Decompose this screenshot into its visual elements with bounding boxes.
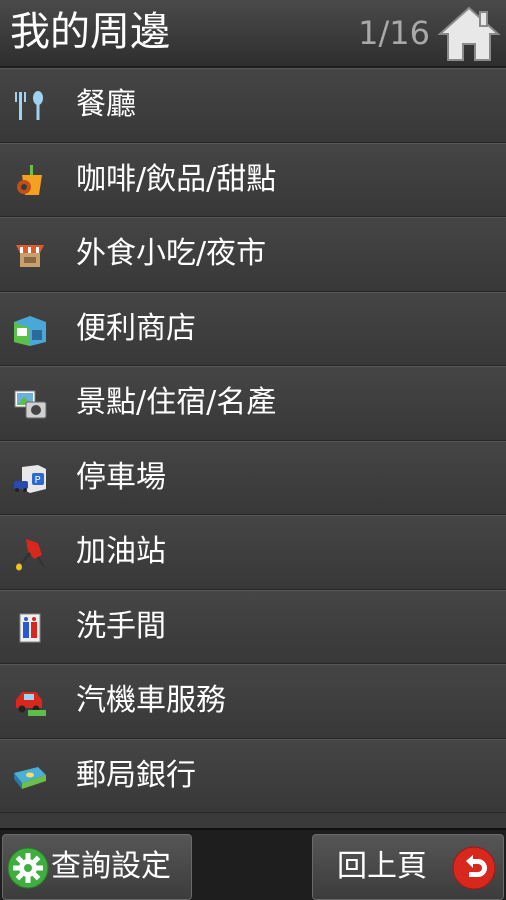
svg-text:P: P bbox=[35, 475, 41, 486]
home-icon bbox=[437, 6, 501, 61]
category-label: 便利商店 bbox=[76, 310, 196, 346]
money-icon bbox=[14, 766, 46, 789]
convenience-store-icon bbox=[14, 315, 46, 346]
category-cafe[interactable]: 咖啡/飲品/甜點 bbox=[0, 142, 506, 217]
home-button[interactable] bbox=[436, 4, 502, 64]
category-label: 餐廳 bbox=[76, 87, 136, 122]
category-parking[interactable]: P 停車場 bbox=[0, 440, 506, 515]
category-restaurant[interactable]: 餐廳 bbox=[0, 68, 506, 143]
settings-label: 查詢設定 bbox=[51, 849, 171, 884]
category-label: 洗手間 bbox=[76, 608, 166, 644]
fuel-nozzle-icon bbox=[16, 539, 45, 571]
parking-icon: P bbox=[14, 464, 46, 493]
restroom-icon bbox=[19, 613, 41, 642]
page-indicator: 1/16 bbox=[358, 14, 430, 52]
category-post-bank[interactable]: 郵局銀行 bbox=[0, 738, 506, 813]
category-label: 郵局銀行 bbox=[76, 757, 196, 793]
category-convenience[interactable]: 便利商店 bbox=[0, 291, 506, 366]
category-list: 餐廳 咖啡/飲品/甜點 外食小吃/夜市 便利商店 景點/住宿/名產 P 停車場 … bbox=[0, 68, 506, 813]
category-snacks[interactable]: 外食小吃/夜市 bbox=[0, 217, 506, 292]
category-label: 加油站 bbox=[76, 534, 166, 569]
drink-cup-icon bbox=[17, 164, 42, 195]
gear-icon bbox=[7, 847, 49, 889]
category-gas-station[interactable]: 加油站 bbox=[0, 515, 506, 590]
category-label: 咖啡/飲品/甜點 bbox=[76, 161, 277, 197]
category-attractions[interactable]: 景點/住宿/名產 bbox=[0, 366, 506, 441]
back-button[interactable]: 回上頁 bbox=[312, 834, 504, 900]
back-arrow-icon bbox=[452, 846, 496, 890]
category-label: 外食小吃/夜市 bbox=[76, 236, 267, 271]
back-label: 回上頁 bbox=[337, 849, 427, 884]
category-label: 汽機車服務 bbox=[76, 683, 226, 718]
category-vehicle-service[interactable]: 汽機車服務 bbox=[0, 664, 506, 739]
page-title: 我的周邊 bbox=[10, 9, 170, 55]
category-restroom[interactable]: 洗手間 bbox=[0, 589, 506, 664]
camera-photo-icon bbox=[14, 390, 47, 419]
search-settings-button[interactable]: 查詢設定 bbox=[2, 834, 192, 900]
app-header: 我的周邊 1/16 bbox=[0, 0, 506, 68]
food-stall-icon bbox=[16, 245, 44, 267]
car-service-icon bbox=[16, 692, 46, 716]
footer-bar: 查詢設定 回上頁 bbox=[0, 828, 506, 900]
category-label: 停車場 bbox=[76, 459, 166, 495]
fork-spoon-icon bbox=[15, 91, 43, 120]
category-label: 景點/住宿/名產 bbox=[76, 385, 277, 420]
